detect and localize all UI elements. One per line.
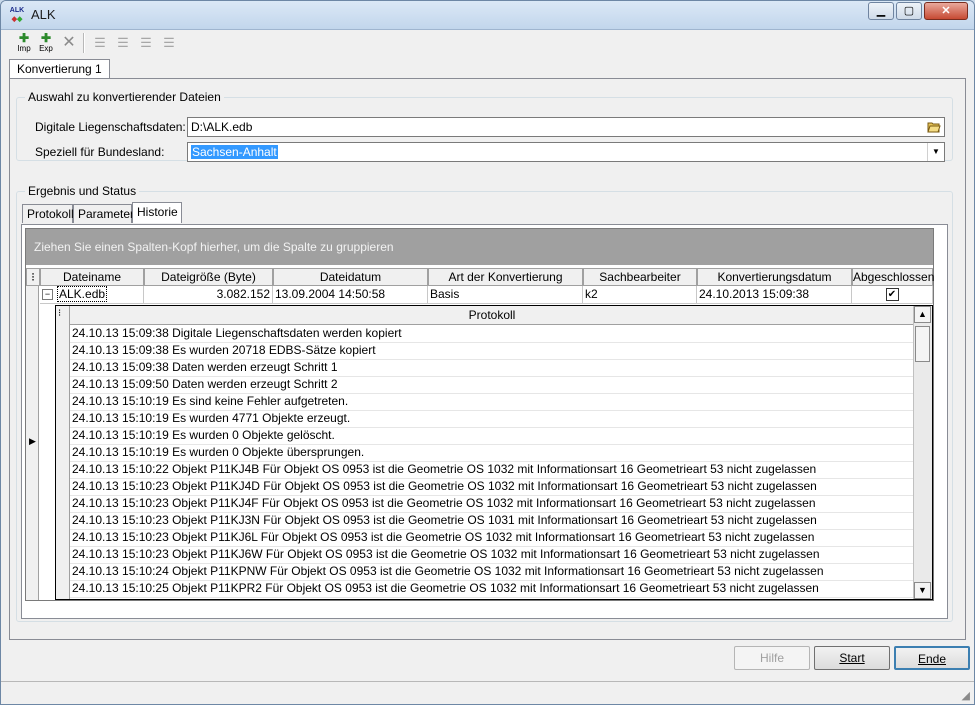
move-next-button[interactable]: ☰ xyxy=(135,33,157,53)
cell-dateidatum[interactable]: 13.09.2004 14:50:58 xyxy=(273,286,428,304)
move-first-button[interactable]: ☰ xyxy=(89,33,111,53)
col-dateigroesse[interactable]: Dateigröße (Byte) xyxy=(144,268,273,286)
export-icon: ✚ xyxy=(40,31,52,45)
col-protokoll[interactable]: Protokoll xyxy=(70,306,914,325)
minimize-icon: ▁ xyxy=(876,5,886,17)
col-dateidatum[interactable]: Dateidatum xyxy=(273,268,428,286)
log-entry[interactable]: 24.10.13 15:10:24 Objekt P11KPNW Für Obj… xyxy=(70,563,914,581)
protokoll-subgrid: ⁝ Protokoll 24.10.13 15:09:38 Digitale L… xyxy=(55,305,933,600)
tab-historie[interactable]: Historie xyxy=(132,202,182,223)
log-entry[interactable]: 24.10.13 15:10:23 Objekt P11KJ4F Für Obj… xyxy=(70,495,914,513)
log-entry[interactable]: 24.10.13 15:10:23 Objekt P11KJ6W Für Obj… xyxy=(70,546,914,564)
log-entry[interactable]: 24.10.13 15:09:38 Digitale Liegenschafts… xyxy=(70,325,914,343)
log-entry[interactable]: 24.10.13 15:10:23 Objekt P11KJ4D Für Obj… xyxy=(70,478,914,496)
log-entry[interactable]: 24.10.13 15:10:23 Objekt P11KJ6L Für Obj… xyxy=(70,529,914,547)
end-button[interactable]: Ende xyxy=(894,646,970,670)
log-entry[interactable]: 24.10.13 15:09:50 Daten werden erzeugt S… xyxy=(70,376,914,394)
cell-art[interactable]: Basis xyxy=(428,286,583,304)
file-path-field[interactable]: D:\ALK.edb xyxy=(187,117,945,137)
tab-konvertierung-1[interactable]: Konvertierung 1 xyxy=(9,59,110,79)
column-chooser-icon[interactable]: ⁝ xyxy=(26,268,40,286)
scroll-up-icon[interactable]: ▲ xyxy=(914,306,931,323)
list-prev-icon: ☰ xyxy=(117,35,129,50)
toolbar-separator xyxy=(83,33,85,53)
cell-abgeschlossen[interactable]: ✔ xyxy=(852,286,933,304)
log-entry[interactable]: 24.10.13 15:09:38 Daten werden erzeugt S… xyxy=(70,359,914,377)
column-chooser-icon[interactable]: ⁝ xyxy=(58,308,61,319)
sub-row-selector[interactable]: ⁝ xyxy=(56,306,70,599)
list-first-icon: ☰ xyxy=(94,35,106,50)
row-selector[interactable]: ▶ xyxy=(26,286,39,600)
list-last-icon: ☰ xyxy=(163,35,175,50)
tab-protokoll[interactable]: Protokoll xyxy=(22,204,74,223)
log-entry[interactable]: 24.10.13 15:10:19 Es wurden 4771 Objekte… xyxy=(70,410,914,428)
vertical-scrollbar[interactable]: ▲ ▼ xyxy=(913,306,932,599)
cell-dateiname[interactable]: − ALK.edb xyxy=(40,286,144,304)
scroll-thumb[interactable] xyxy=(915,326,930,362)
state-label: Speziell für Bundesland: xyxy=(35,145,165,159)
log-entry[interactable]: 24.10.13 15:10:23 Objekt P11KJ3N Für Obj… xyxy=(70,512,914,530)
title-bar[interactable]: ALK ◆◆ ALK ▁ ▢ ✕ xyxy=(1,1,974,30)
log-entry[interactable]: 24.10.13 15:10:19 Es wurden 0 Objekte ge… xyxy=(70,427,914,445)
group-by-area[interactable]: Ziehen Sie einen Spalten-Kopf hierher, u… xyxy=(26,229,933,265)
scroll-down-icon[interactable]: ▼ xyxy=(914,582,931,599)
result-group-legend: Ergebnis und Status xyxy=(25,184,140,198)
start-button[interactable]: Start xyxy=(814,646,890,670)
import-icon: ✚ xyxy=(18,31,30,45)
main-window: ALK ◆◆ ALK ▁ ▢ ✕ ✚ Imp ✚ Exp ✕ ☰ ☰ ☰ ☰ Konv… xyxy=(0,0,975,705)
delete-icon: ✕ xyxy=(62,34,76,51)
checkbox-checked-icon[interactable]: ✔ xyxy=(885,288,899,302)
cell-sachbearbeiter[interactable]: k2 xyxy=(583,286,697,304)
log-entry[interactable]: 24.10.13 15:10:22 Objekt P11KJ4B Für Obj… xyxy=(70,461,914,479)
file-label: Digitale Liegenschaftsdaten: xyxy=(35,120,186,134)
log-entry[interactable]: 24.10.13 15:10:19 Es wurden 0 Objekte üb… xyxy=(70,444,914,462)
col-dateiname[interactable]: Dateiname xyxy=(40,268,144,286)
resize-grip-icon[interactable]: ◢ xyxy=(962,689,970,702)
status-bar: ◢ xyxy=(1,681,974,704)
tab-page: Auswahl zu konvertierender Dateien Digit… xyxy=(9,78,966,640)
delete-button[interactable]: ✕ xyxy=(58,33,80,53)
dropdown-arrow-icon[interactable]: ▼ xyxy=(927,143,944,161)
log-entry[interactable]: 24.10.13 15:10:25 Objekt P11KPR2 Für Obj… xyxy=(70,580,914,598)
maximize-button[interactable]: ▢ xyxy=(896,2,922,20)
window-title: ALK xyxy=(31,7,56,22)
close-button[interactable]: ✕ xyxy=(924,2,968,20)
move-last-button[interactable]: ☰ xyxy=(158,33,180,53)
app-logo-icon: ALK ◆◆ xyxy=(9,7,25,23)
import-button[interactable]: ✚ Imp xyxy=(13,31,35,53)
result-tabs: Protokoll Parameter Historie xyxy=(22,202,942,224)
list-next-icon: ☰ xyxy=(140,35,152,50)
tab-parameter[interactable]: Parameter xyxy=(73,204,134,223)
historie-page: Ziehen Sie einen Spalten-Kopf hierher, u… xyxy=(21,224,948,619)
selection-group: Auswahl zu konvertierender Dateien Digit… xyxy=(16,90,953,162)
col-art-konvertierung[interactable]: Art der Konvertierung xyxy=(428,268,583,286)
close-icon: ✕ xyxy=(941,5,951,17)
col-abgeschlossen[interactable]: Abgeschlossen xyxy=(852,268,934,286)
state-combobox[interactable]: Sachsen-Anhalt ▼ xyxy=(187,142,945,162)
toolbar: ✚ Imp ✚ Exp ✕ ☰ ☰ ☰ ☰ xyxy=(9,30,966,56)
help-button[interactable]: Hilfe xyxy=(734,646,810,670)
log-entry[interactable]: 24.10.13 15:09:38 Es wurden 20718 EDBS-S… xyxy=(70,342,914,360)
cell-konvertierungsdatum[interactable]: 24.10.2013 15:09:38 xyxy=(697,286,852,304)
row-pointer-icon: ▶ xyxy=(29,436,36,446)
col-konvertierungsdatum[interactable]: Konvertierungsdatum xyxy=(697,268,852,286)
export-button[interactable]: ✚ Exp xyxy=(35,31,57,53)
history-grid: Ziehen Sie einen Spalten-Kopf hierher, u… xyxy=(25,228,934,601)
move-prev-button[interactable]: ☰ xyxy=(112,33,134,53)
minimize-button[interactable]: ▁ xyxy=(868,2,894,20)
folder-open-icon[interactable] xyxy=(927,120,941,133)
maximize-icon: ▢ xyxy=(903,5,915,17)
collapse-icon[interactable]: − xyxy=(42,289,53,301)
cell-dateigroesse[interactable]: 3.082.152 xyxy=(144,286,273,304)
log-entry[interactable]: 24.10.13 15:10:19 Es sind keine Fehler a… xyxy=(70,393,914,411)
result-group: Ergebnis und Status Protokoll Parameter … xyxy=(16,184,953,622)
selection-group-legend: Auswahl zu konvertierender Dateien xyxy=(25,90,224,104)
main-client: Konvertierung 1 Auswahl zu konvertierend… xyxy=(9,57,966,640)
col-sachbearbeiter[interactable]: Sachbearbeiter xyxy=(583,268,697,286)
button-bar: Hilfe Start Ende ◢ xyxy=(1,640,974,704)
